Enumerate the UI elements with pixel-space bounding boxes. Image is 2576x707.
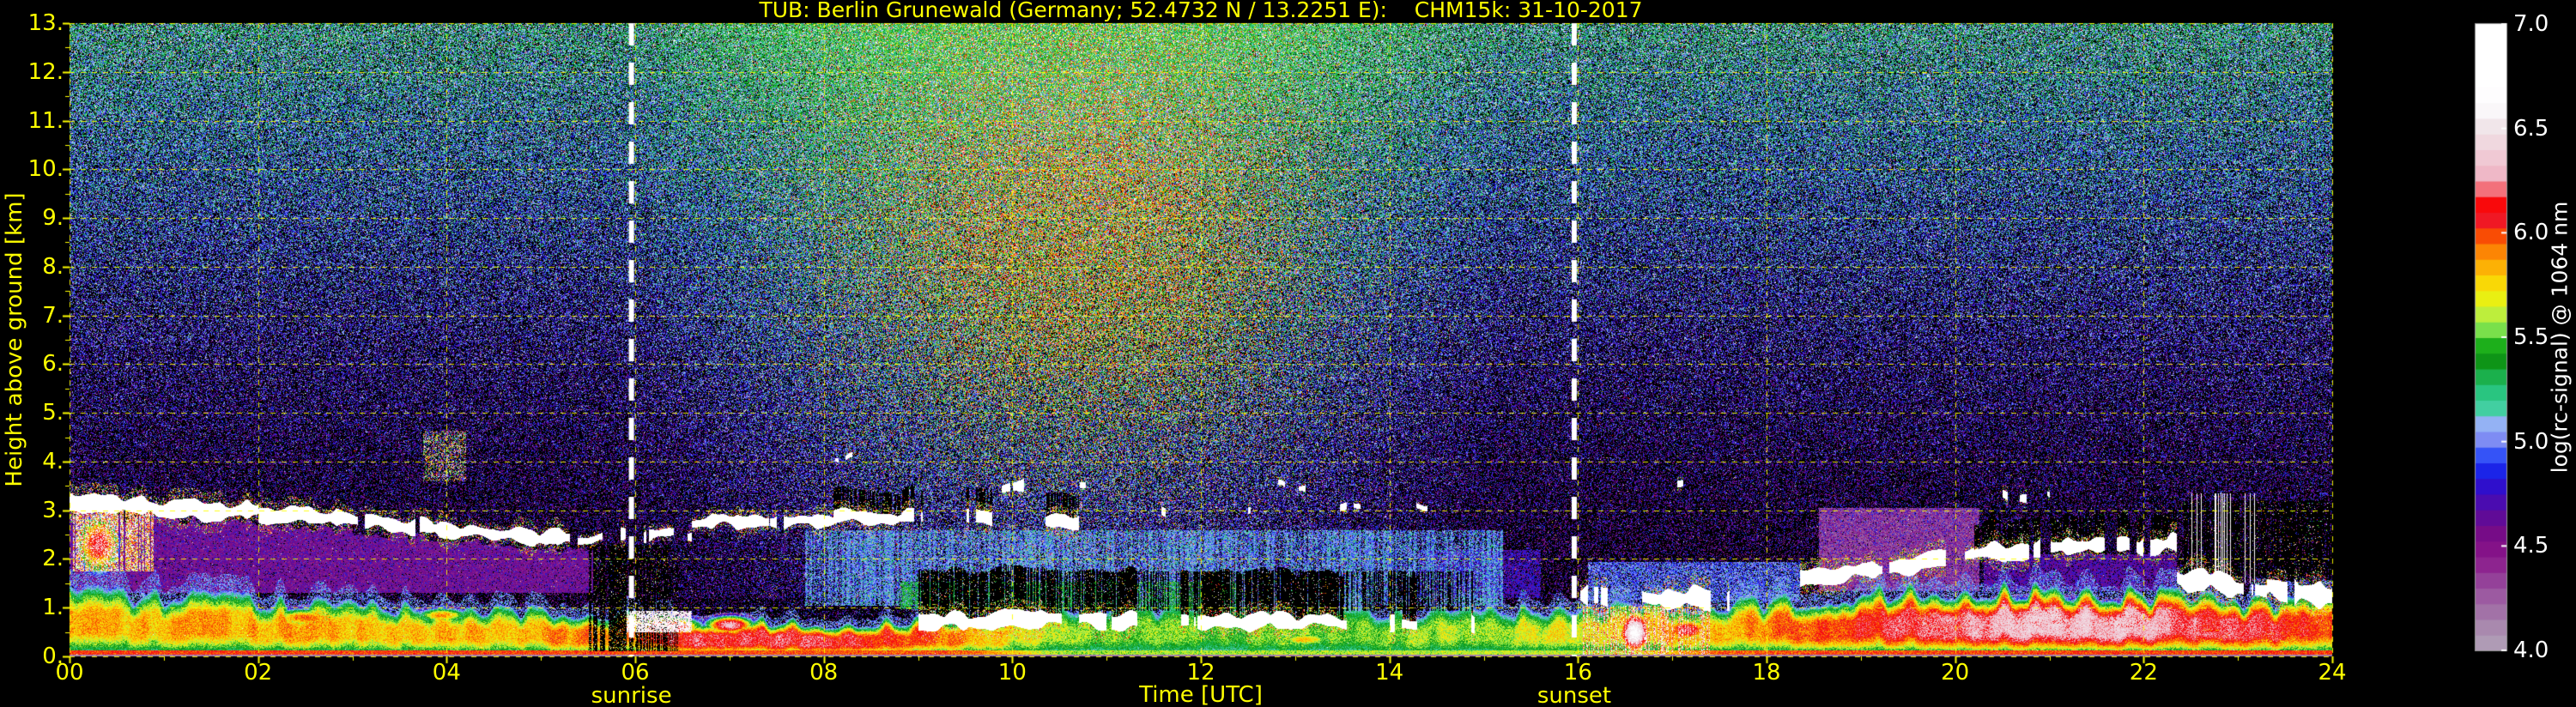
colorbar-tick-label: 5.5	[2513, 324, 2549, 350]
colorbar-tick-label: 6.5	[2513, 115, 2549, 142]
y-tick-label: 9.	[42, 205, 64, 232]
x-tick-label: 24	[2318, 660, 2347, 686]
x-tick-label: 06	[621, 660, 650, 686]
colorbar-tick-label: 4.5	[2513, 533, 2549, 559]
colorbar-tick-label: 5.0	[2513, 428, 2549, 455]
chart-title: TUB: Berlin Grunewald (Germany; 52.4732 …	[759, 0, 1643, 22]
x-tick-label: 02	[244, 660, 273, 686]
colorbar-label: log(rc-signal) @ 1064 nm	[2547, 201, 2573, 474]
sunset-annotation: sunset	[1537, 683, 1612, 707]
y-tick-label: 7.	[42, 302, 64, 329]
x-tick-label: 14	[1375, 660, 1404, 686]
x-tick-label: 16	[1563, 660, 1592, 686]
y-tick-label: 8.	[42, 253, 64, 280]
x-tick-label: 20	[1941, 660, 1970, 686]
y-tick-label: 0.	[42, 644, 64, 669]
y-tick-label: 1.	[42, 595, 64, 621]
x-tick-label: 10	[997, 660, 1027, 686]
x-tick-label: 12	[1186, 660, 1215, 686]
y-tick-label: 3.	[42, 497, 64, 523]
y-axis-label: Height above ground [km]	[2, 192, 27, 487]
y-tick-label: 5.	[42, 400, 64, 426]
y-tick-label: 12.	[27, 58, 64, 85]
y-tick-label: 10.	[27, 156, 64, 183]
y-tick-label: 2.	[42, 546, 64, 572]
x-axis-label: Time [UTC]	[1139, 682, 1263, 707]
colorbar-tick-label: 6.0	[2513, 220, 2549, 246]
y-tick-label: 13.	[27, 10, 64, 36]
lidar-quicklook: TUB: Berlin Grunewald (Germany; 52.4732 …	[0, 0, 2576, 707]
lidar-heatmap-canvas	[0, 0, 2576, 707]
y-tick-label: 4.	[42, 448, 64, 474]
y-tick-label: 11.	[27, 107, 64, 134]
y-tick-label: 6.	[42, 351, 64, 378]
x-tick-label: 00	[55, 660, 84, 686]
colorbar-tick-label: 7.0	[2513, 11, 2549, 37]
colorbar-tick-label: 4.0	[2513, 638, 2549, 663]
x-tick-label: 08	[809, 660, 839, 686]
x-tick-label: 18	[1752, 660, 1781, 686]
sunrise-annotation: sunrise	[591, 683, 672, 707]
x-tick-label: 22	[2129, 660, 2158, 686]
x-tick-label: 04	[432, 660, 461, 686]
